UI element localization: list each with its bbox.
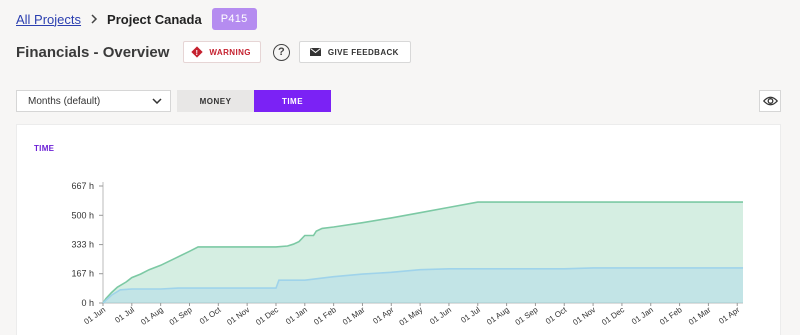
period-select-value: Months (default): [28, 95, 101, 107]
warning-badge[interactable]: ! WARNING: [183, 41, 261, 63]
y-tick-label: 167 h: [71, 269, 94, 279]
chevron-right-icon: [91, 14, 98, 24]
svg-text:!: !: [196, 50, 199, 57]
x-tick-label: 01 Nov: [225, 305, 251, 327]
x-tick-label: 01 Jun: [428, 305, 453, 326]
chart-controls: Months (default) MONEY TIME: [16, 90, 331, 112]
breadcrumb: All Projects Project Canada P415: [16, 8, 257, 30]
money-time-toggle: MONEY TIME: [177, 90, 331, 112]
y-tick-label: 333 h: [71, 240, 94, 250]
x-tick-label: 01 Jul: [113, 305, 136, 325]
period-select[interactable]: Months (default): [16, 90, 171, 112]
x-tick-label: 01 Nov: [571, 305, 597, 327]
x-tick-label: 01 Sep: [514, 305, 540, 327]
help-icon[interactable]: ?: [272, 43, 290, 61]
x-tick-label: 01 Oct: [544, 305, 569, 326]
title-row: Financials - Overview ! WARNING ? GIVE F…: [16, 41, 411, 63]
x-tick-label: 01 Dec: [254, 305, 280, 327]
x-tick-label: 01 Jul: [459, 305, 482, 325]
money-toggle-button[interactable]: MONEY: [177, 90, 254, 112]
give-feedback-button[interactable]: GIVE FEEDBACK: [298, 41, 411, 63]
chevron-down-icon: [152, 98, 162, 104]
y-tick-label: 500 h: [71, 210, 94, 220]
y-tick-label: 0 h: [81, 298, 94, 308]
x-tick-label: 01 Sep: [168, 305, 194, 327]
visibility-toggle-button[interactable]: [759, 90, 781, 112]
y-tick-label: 667 h: [71, 181, 94, 191]
time-toggle-button[interactable]: TIME: [254, 90, 331, 112]
x-tick-label: 01 Oct: [198, 305, 223, 326]
warning-diamond-icon: !: [191, 46, 204, 58]
x-tick-label: 01 Aug: [139, 305, 165, 327]
x-tick-label: 01 Mar: [687, 305, 713, 327]
current-project-name: Project Canada: [107, 11, 202, 27]
x-tick-label: 01 Jan: [284, 305, 309, 326]
all-projects-link[interactable]: All Projects: [16, 12, 81, 27]
x-tick-label: 01 Mar: [341, 305, 367, 327]
x-tick-label: 01 Apr: [371, 305, 395, 326]
envelope-icon: [309, 48, 321, 56]
x-tick-label: 01 Aug: [485, 305, 511, 327]
warning-label: WARNING: [209, 47, 251, 57]
x-tick-label: 01 Jun: [82, 305, 107, 326]
x-tick-label: 01 Jan: [630, 305, 655, 326]
page-title: Financials - Overview: [16, 43, 170, 61]
x-tick-label: 01 Feb: [312, 305, 338, 327]
chart-card: TIME 0 h 167 h 333 h 500 h 667 h 01 Jun 01 Jul…: [16, 124, 781, 335]
x-tick-label: 01 May: [398, 305, 425, 327]
x-tick-label: 01 Apr: [717, 305, 741, 326]
eye-icon: [762, 96, 778, 106]
x-tick-label: 01 Dec: [600, 305, 626, 327]
give-feedback-label: GIVE FEEDBACK: [327, 47, 399, 57]
project-code-badge: P415: [211, 8, 257, 30]
time-area-chart: 0 h167 h333 h500 h667 h01 Jun 01 Jul 01 Au…: [71, 181, 743, 328]
x-tick-label: 01 Feb: [658, 305, 684, 327]
